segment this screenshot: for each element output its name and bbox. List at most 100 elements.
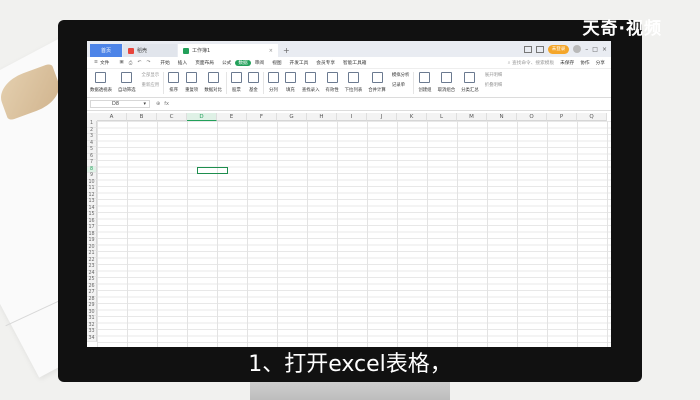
menu-view[interactable]: 视图 [268,60,285,66]
workspace-icon[interactable] [523,45,532,53]
menu-data[interactable]: 数据 [235,59,251,66]
share-button[interactable]: 分享 [596,60,605,66]
column-header[interactable]: K [397,113,427,121]
column-headers: ABCDEFGHIJKLMNOPQ [97,113,607,121]
close-tab-icon[interactable]: × [269,48,273,54]
ribbon-separator [163,72,165,94]
chevron-down-icon: ▾ [143,101,146,107]
find-entry-button[interactable]: 查找录入 [299,69,323,97]
ribbon-separator [262,72,264,94]
column-header[interactable]: O [517,113,547,121]
command-search[interactable]: ⌕ 查找命令、搜索模板 [508,60,554,66]
column-header[interactable]: E [217,113,247,121]
menu-insert[interactable]: 插入 [174,60,191,66]
column-header[interactable]: Q [577,113,607,121]
sort-icon [168,72,180,83]
collaborate-button[interactable]: 协作 [580,60,589,66]
column-header[interactable]: J [367,113,397,121]
layout-icon[interactable] [535,45,544,53]
watermark: 天奇·视频 [582,19,662,39]
unsaved-status[interactable]: 未保存 [560,60,574,66]
duplicates-button[interactable]: 重复项 [182,69,201,97]
pivot-table-button[interactable]: 数据透视表 [87,69,115,97]
reapply-button[interactable]: 重新应用 [142,82,160,88]
close-window-icon[interactable]: × [602,46,607,53]
avatar[interactable] [573,45,582,53]
redo-icon[interactable]: ↷ [146,60,150,66]
column-header[interactable]: M [457,113,487,121]
menu-formulas[interactable]: 公式 [218,60,235,66]
quick-access-toolbar: ▣ ⎙ ↶ ↷ [113,60,156,66]
cell-area[interactable] [97,121,611,347]
split-column-label: 分列 [268,88,278,93]
maximize-icon[interactable]: □ [592,46,598,53]
minimize-icon[interactable]: – [585,46,588,53]
stock-button[interactable]: 股票 [228,69,245,97]
validity-button[interactable]: 有效性 [322,69,341,97]
zoom-icon[interactable]: ⊕ [156,101,160,107]
duplicates-label: 重复项 [185,88,199,93]
menu-review[interactable]: 审阅 [251,60,268,66]
save-icon[interactable]: ▣ [119,60,123,66]
column-header[interactable]: F [247,113,277,121]
compare-icon [207,72,219,83]
new-tab-button[interactable]: + [279,44,294,57]
menu-developer[interactable]: 开发工具 [286,60,313,66]
column-header[interactable]: I [337,113,367,121]
consolidate-button[interactable]: 合并计算 [365,69,389,97]
find-entry-icon [305,72,317,83]
menu-member[interactable]: 会员专享 [312,60,339,66]
column-header[interactable]: G [277,113,307,121]
auto-filter-button[interactable]: 自动筛选 [115,69,139,97]
ungroup-icon [440,72,452,83]
menu-bar: ≡ 文件 ▣ ⎙ ↶ ↷ 开始 插入 页面布局 公式 数据 审阅 视图 开发工具… [87,57,611,69]
selected-cell[interactable] [197,166,228,174]
sort-button[interactable]: 排序 [165,69,182,97]
column-header[interactable]: P [547,113,577,121]
collapse-detail-button[interactable]: 折叠明细 [485,82,503,88]
pivot-table-label: 数据透视表 [90,88,112,93]
split-column-button[interactable]: 分列 [265,69,282,97]
column-header[interactable]: N [487,113,517,121]
ungroup-label: 取消组合 [437,88,456,93]
tab-home[interactable]: 首页 [90,44,122,57]
ungroup-button[interactable]: 取消组合 [435,69,459,97]
tab-workbook[interactable]: 工作簿1 × [178,44,278,57]
undo-icon[interactable]: ↶ [138,60,142,66]
fund-label: 基金 [248,88,258,93]
tab-docer[interactable]: 稻壳 [123,44,177,57]
row-header[interactable]: 34 [87,335,97,342]
subtotal-button[interactable]: 分类汇总 [458,69,482,97]
show-all-button[interactable]: 全部显示 [142,72,160,78]
tab-home-label: 首页 [100,48,111,54]
column-header[interactable]: H [307,113,337,121]
column-header[interactable]: B [127,113,157,121]
menu-home[interactable]: 开始 [156,60,173,66]
file-menu[interactable]: ≡ 文件 [90,60,113,66]
fund-button[interactable]: 基金 [245,69,262,97]
data-compare-button[interactable]: 数据对比 [201,69,225,97]
print-icon[interactable]: ⎙ [129,60,133,66]
login-button[interactable]: 未登录 [547,44,570,54]
expand-detail-button[interactable]: 展开明细 [485,72,503,78]
column-header[interactable]: L [427,113,457,121]
fx-button[interactable]: fx [164,101,169,107]
column-header[interactable]: C [157,113,187,121]
menu-smart-tools[interactable]: 智能工具箱 [339,60,370,66]
name-box[interactable]: D8 ▾ [90,100,150,108]
worksheet-grid[interactable]: ABCDEFGHIJKLMNOPQ 1 2 3 4 5 6 7 8 9 10 11 12 13 14 15 1… [87,113,611,347]
data-compare-label: 数据对比 [204,88,222,93]
docer-icon [128,47,134,54]
record-form-button[interactable]: 记录单 [392,82,410,88]
stock-icon [230,72,242,83]
command-search-placeholder: 查找命令、搜索模板 [511,60,555,66]
column-header[interactable]: A [97,113,127,121]
column-header[interactable]: D [187,113,217,121]
spreadsheet-icon [183,47,189,54]
menu-page-layout[interactable]: 页面布局 [191,60,218,66]
create-group-button[interactable]: 创建组 [415,69,434,97]
fill-button[interactable]: 填充 [282,69,299,97]
fill-icon [284,72,296,83]
simulate-analysis-button[interactable]: 模拟分析 [392,72,410,78]
dropdown-list-button[interactable]: 下拉列表 [342,69,366,97]
